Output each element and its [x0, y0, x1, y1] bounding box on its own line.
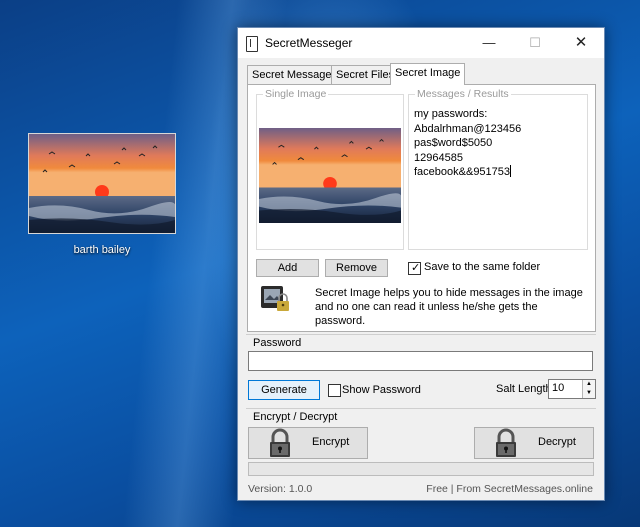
single-image-legend: Single Image [263, 88, 329, 100]
message-line: my passwords: [414, 108, 488, 120]
tab-secret-image[interactable]: Secret Image [390, 63, 466, 85]
salt-length-stepper[interactable]: 10 ▲ ▼ [548, 379, 596, 399]
padlock-icon [265, 428, 295, 458]
remove-button[interactable]: Remove [325, 259, 388, 277]
message-line-text: facebook&&951753 [414, 166, 511, 178]
secret-image-icon [261, 286, 289, 311]
message-line: pas$word$5050 [414, 137, 493, 149]
progress-bar [248, 462, 594, 476]
footer-credit: Free | From SecretMessages.online [426, 483, 593, 495]
version-label: Version: 1.0.0 [248, 483, 313, 495]
encrypt-label: Encrypt [312, 436, 350, 448]
messages-results-legend: Messages / Results [415, 88, 511, 100]
window-title: SecretMesseger [265, 36, 353, 50]
app-window: SecretMesseger — ☐ ✕ Secret Messages Sec… [237, 27, 605, 501]
add-button[interactable]: Add [256, 259, 319, 277]
secret-image-description: Secret Image helps you to hide messages … [315, 287, 583, 327]
decrypt-label: Decrypt [538, 436, 576, 448]
save-same-folder-label: Save to the same folder [424, 261, 541, 273]
message-line-last: facebook&&951753 [414, 165, 521, 180]
secret-image-panel: Single Image Messages / Results my passw… [247, 84, 596, 332]
encrypt-section-title: Encrypt / Decrypt [253, 411, 338, 423]
salt-length-value: 10 [552, 382, 565, 394]
encrypt-divider [246, 408, 596, 409]
generate-button[interactable]: Generate [248, 380, 320, 400]
single-image-group: Single Image [256, 88, 404, 250]
spin-up-icon[interactable]: ▲ [582, 380, 595, 389]
padlock-icon [491, 428, 521, 458]
salt-length-label: Salt Length: [496, 383, 555, 395]
checkmark-icon: ✓ [411, 262, 421, 274]
messages-textarea[interactable]: my passwords: Abdalrhman@123456 pas$word… [414, 107, 521, 180]
save-same-folder-checkbox[interactable]: ✓ [408, 262, 421, 275]
desktop-icon-image-file[interactable]: barth bailey [27, 133, 177, 256]
password-section-title: Password [253, 337, 302, 349]
text-caret [510, 165, 512, 177]
spin-down-icon[interactable]: ▼ [582, 389, 595, 398]
close-button[interactable]: ✕ [558, 28, 604, 58]
password-divider [246, 334, 596, 335]
tab-secret-files[interactable]: Secret Files [331, 65, 400, 84]
show-password-checkbox[interactable] [328, 384, 341, 397]
encrypt-button[interactable]: Encrypt [248, 427, 368, 459]
message-line: 12964585 [414, 151, 463, 164]
desktop-icon-label: barth bailey [73, 244, 131, 256]
app-icon [246, 36, 258, 52]
tab-secret-messages[interactable]: Secret Messages [247, 65, 342, 84]
decrypt-button[interactable]: Decrypt [474, 427, 594, 459]
image-preview[interactable] [259, 128, 401, 223]
password-input[interactable] [248, 351, 593, 371]
minimize-button[interactable]: — [466, 28, 512, 58]
maximize-button[interactable]: ☐ [512, 28, 558, 58]
show-password-label: Show Password [342, 384, 421, 396]
message-line: Abdalrhman@123456 [414, 122, 522, 135]
messages-results-group[interactable]: Messages / Results my passwords: Abdalrh… [408, 88, 588, 250]
image-thumbnail [28, 133, 176, 234]
title-bar[interactable]: SecretMesseger — ☐ ✕ [238, 28, 604, 58]
